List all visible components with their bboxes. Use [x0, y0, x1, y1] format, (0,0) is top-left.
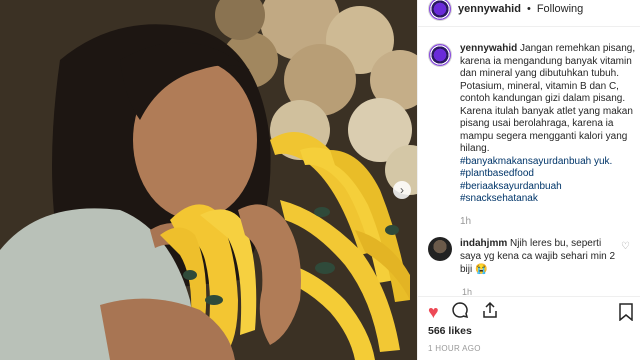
caption-time: 1h	[460, 215, 472, 227]
following-button[interactable]: Following	[537, 3, 583, 15]
next-photo-button[interactable]: ›	[393, 181, 411, 199]
caption: yennywahid Jangan remehkan pisang, karen…	[428, 43, 638, 228]
photo-scene	[0, 0, 417, 360]
hashtag-link[interactable]: #beriaaksayurdanbuah	[460, 181, 638, 194]
comment-icon[interactable]	[451, 301, 469, 322]
separator-dot: •	[526, 3, 531, 15]
hashtag-link[interactable]: #banyakmakansayurdanbuah yuk.	[460, 156, 638, 169]
caption-avatar[interactable]	[428, 43, 452, 67]
post-photo[interactable]: ›	[0, 0, 417, 360]
comment-body: indahjmm Njih leres bu, seperti saya yg …	[460, 237, 620, 276]
post-header: yennywahid • Following	[418, 0, 640, 21]
avatar[interactable]	[428, 0, 452, 21]
hashtag-link[interactable]: #plantbasedfood	[460, 168, 638, 181]
caption-username[interactable]: yennywahid	[460, 43, 517, 54]
action-bar: ♥	[418, 296, 640, 326]
posted-time: 1 HOUR AGO	[428, 344, 481, 353]
chevron-right-icon: ›	[400, 183, 404, 197]
header-divider	[418, 26, 640, 27]
post-side-panel: yennywahid • Following yennywahid Jangan…	[417, 0, 640, 360]
bookmark-icon[interactable]	[619, 303, 633, 326]
header-username[interactable]: yennywahid	[458, 3, 521, 15]
share-icon[interactable]	[481, 301, 499, 322]
comment-username[interactable]: indahjmm	[460, 238, 507, 249]
likes-count[interactable]: 566 likes	[428, 325, 472, 337]
caption-body: yennywahid Jangan remehkan pisang, karen…	[460, 43, 638, 228]
caption-text: Jangan remehkan pisang, karena ia mengan…	[460, 43, 636, 154]
comment-item: indahjmm Njih leres bu, seperti saya yg …	[428, 237, 638, 276]
commenter-avatar[interactable]	[428, 237, 452, 261]
comment-like-icon[interactable]: ♡	[621, 241, 630, 252]
hashtag-link[interactable]: #snacksehatanak	[460, 193, 638, 206]
heart-icon[interactable]: ♥	[428, 303, 439, 321]
